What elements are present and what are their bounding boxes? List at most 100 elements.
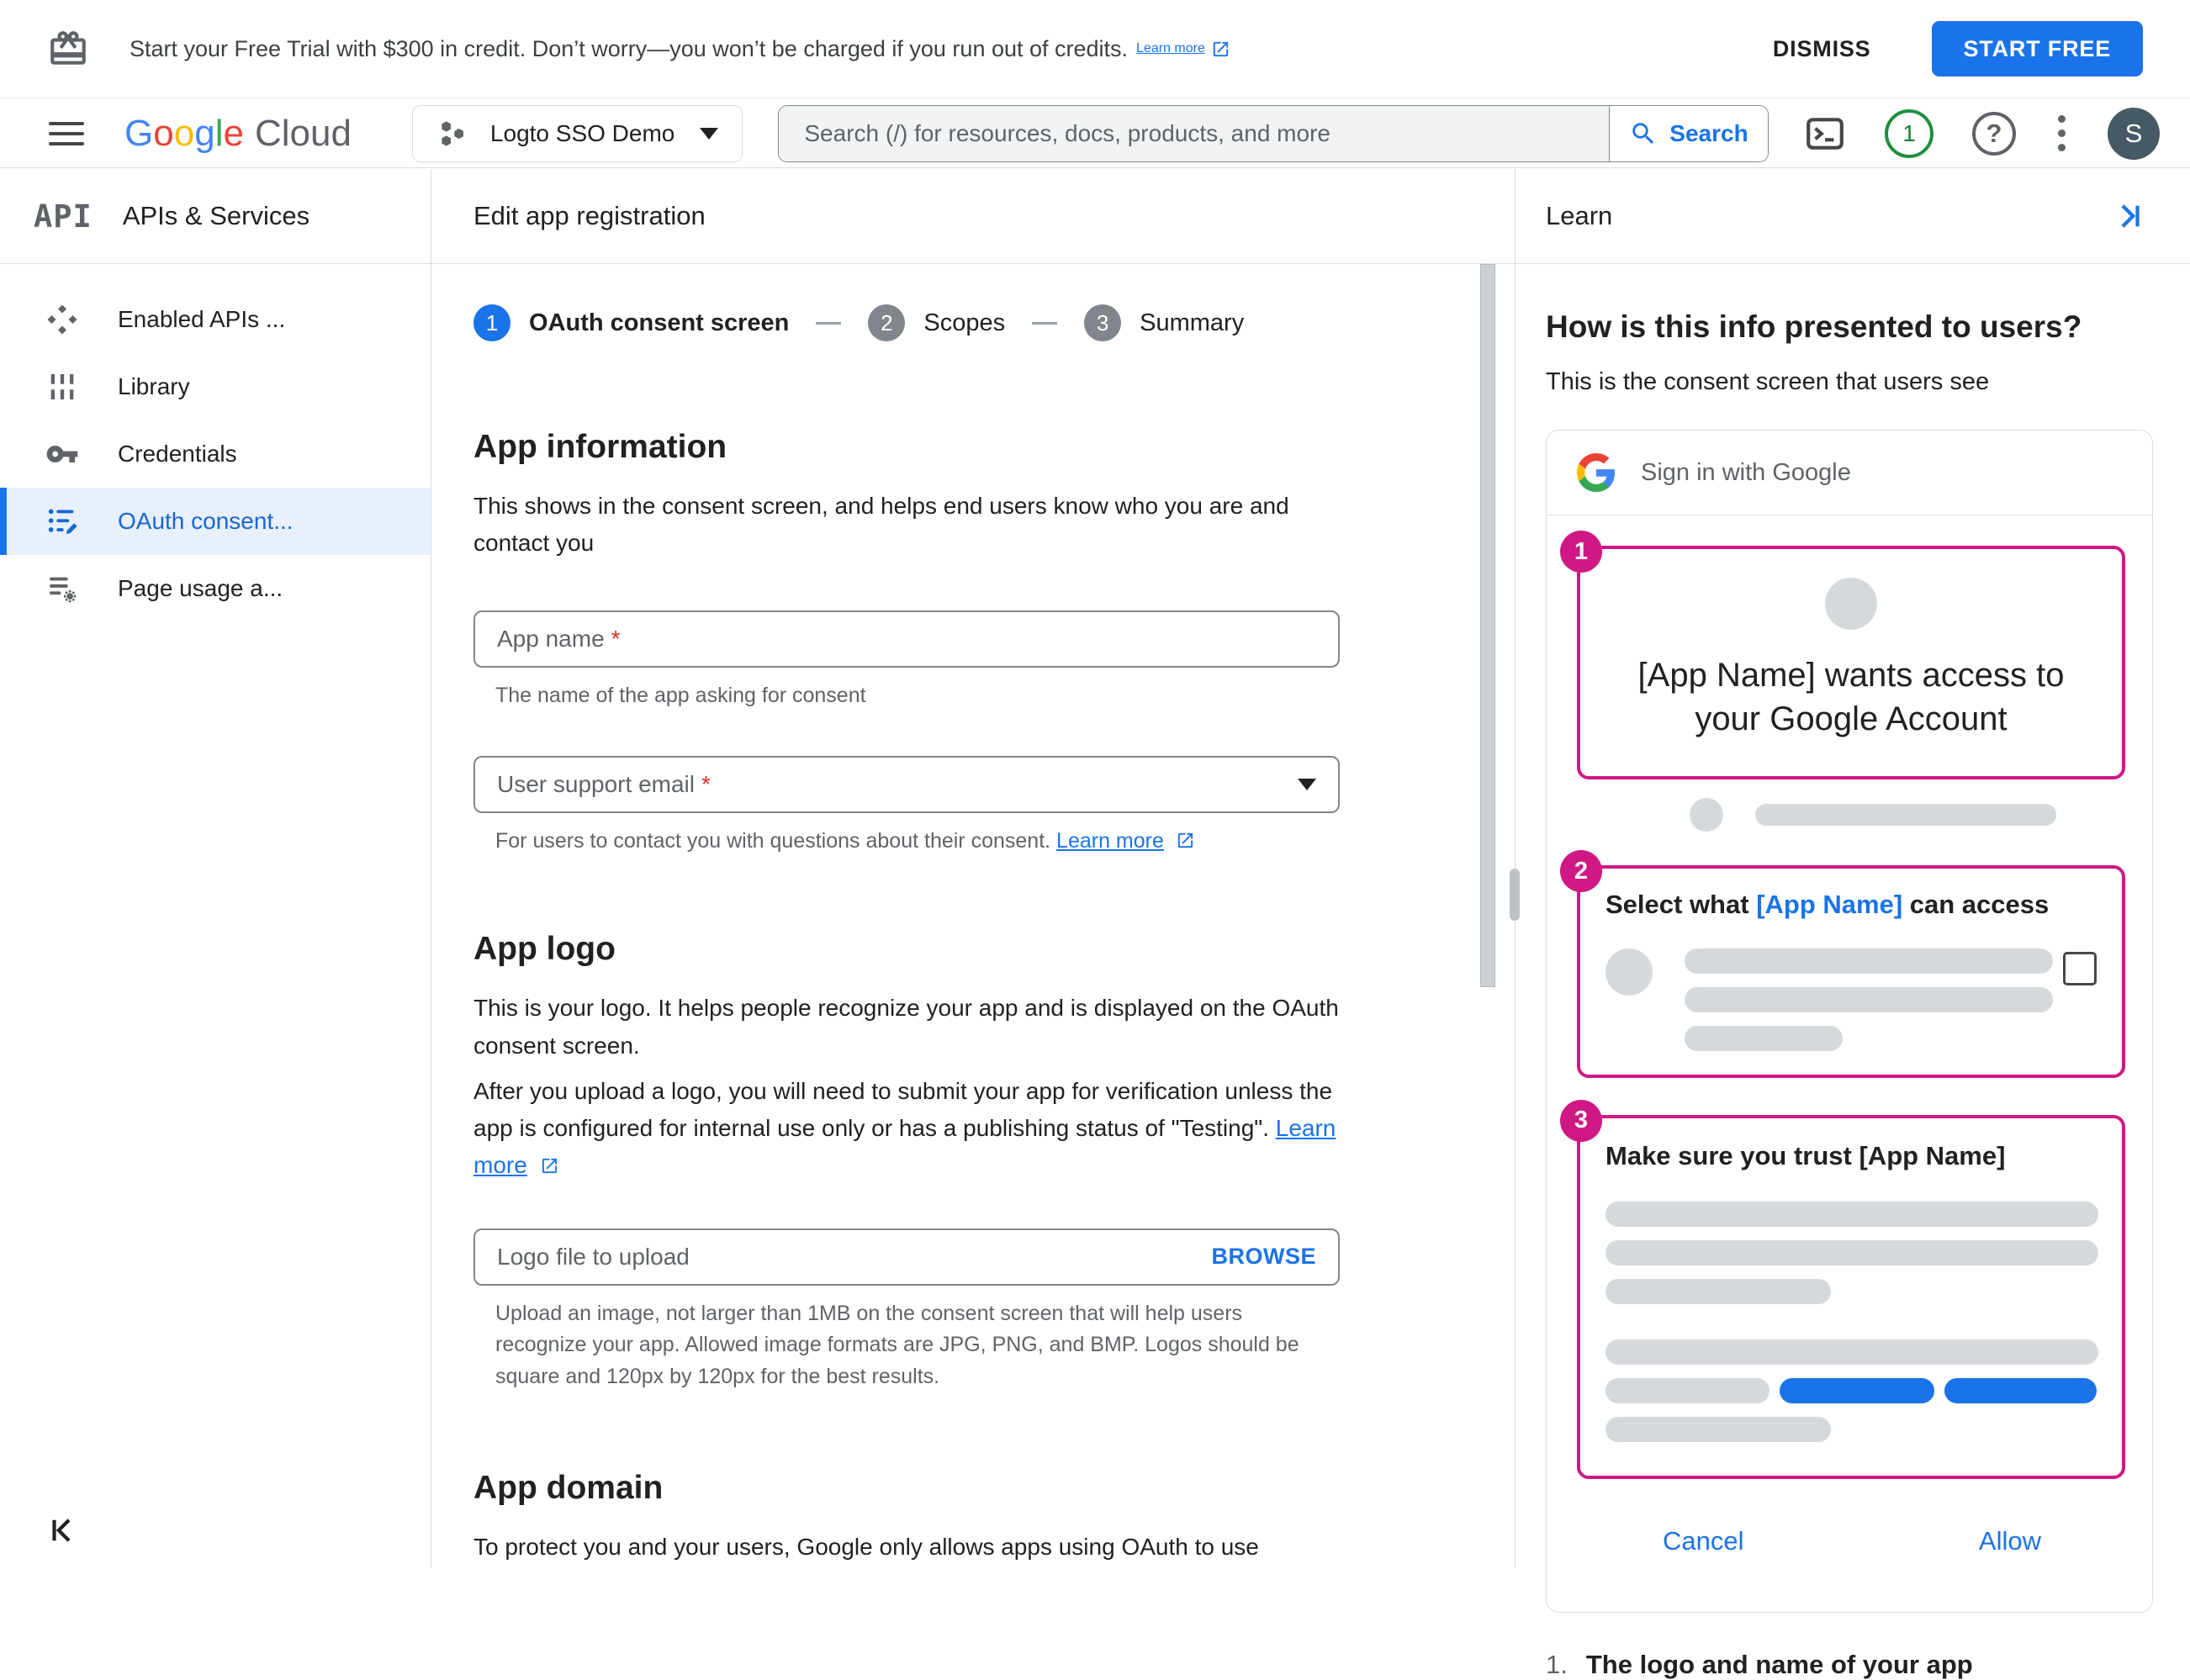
api-product-logo: API xyxy=(34,198,93,235)
logo-letter: G xyxy=(124,112,154,154)
annotation-badge-1: 1 xyxy=(1560,531,1602,573)
cloud-shell-icon[interactable] xyxy=(1804,113,1846,155)
mock-link-pill xyxy=(1780,1377,1934,1403)
account-avatar[interactable]: S xyxy=(2108,107,2160,160)
gift-icon xyxy=(47,28,89,70)
app-logo-description-2: After you upload a logo, you will need t… xyxy=(473,1073,1348,1185)
app-name-placeholder: [App Name] xyxy=(1756,890,1903,919)
stepper-step-summary[interactable]: 3 Summary xyxy=(1084,304,1244,341)
app-domain-description: To protect you and your users, Google on… xyxy=(473,1534,1259,1561)
app-information-heading: App information xyxy=(473,429,727,465)
learn-title: Learn xyxy=(1546,201,1613,230)
title-text: can access xyxy=(1902,890,2050,919)
help-icon[interactable]: ? xyxy=(1972,111,2016,156)
preview-step1-box: 1 [App Name] wants access to your Google… xyxy=(1560,531,2125,779)
consent-screen-preview: Sign in with Google 1 [App Name] wants a… xyxy=(1546,430,2153,1613)
collapse-sidebar-icon[interactable] xyxy=(45,1513,81,1548)
free-trial-banner: Start your Free Trial with $300 in credi… xyxy=(0,0,2190,98)
hamburger-menu-icon[interactable] xyxy=(49,121,84,145)
app-name-field[interactable]: App name * xyxy=(473,610,1340,668)
stepper-step-scopes[interactable]: 2 Scopes xyxy=(868,304,1005,341)
app-logo-heading: App logo xyxy=(473,931,616,968)
preview-step3-box: 3 Make sure you trust [App Name] xyxy=(1560,1099,2125,1479)
step-label: OAuth consent screen xyxy=(529,309,790,336)
step-number: 3 xyxy=(1084,304,1122,341)
banner-text: Start your Free Trial with $300 in credi… xyxy=(130,35,1129,61)
search-button[interactable]: Search xyxy=(1609,105,1768,161)
panel-resize-handle[interactable] xyxy=(1510,869,1520,921)
mock-link-row xyxy=(1605,1377,2097,1403)
placeholder-bar xyxy=(1605,1201,2098,1227)
stepper: 1 OAuth consent screen 2 Scopes 3 Summar… xyxy=(473,304,1515,341)
logo-upload-field[interactable]: Logo file to upload BROWSE xyxy=(473,1228,1340,1286)
browse-button[interactable]: BROWSE xyxy=(1212,1244,1317,1270)
header-icons: 1 ? S xyxy=(1804,107,2160,160)
annotation-badge-3: 3 xyxy=(1560,1099,1602,1142)
mock-checkbox xyxy=(2063,951,2097,985)
mock-app-logo-placeholder xyxy=(1825,578,1877,630)
user-support-email-helper: For users to contact you with questions … xyxy=(495,826,1328,858)
google-cloud-logo[interactable]: Google Cloud xyxy=(124,113,352,155)
preview-step3-title: Make sure you trust [App Name] xyxy=(1605,1140,2006,1170)
footnote-text: The logo and name of your app xyxy=(1585,1649,1973,1679)
mock-trust-bars xyxy=(1605,1201,2098,1442)
app-logo-description-1: This is your logo. It helps people recog… xyxy=(473,995,1339,1059)
step-label: Summary xyxy=(1140,309,1245,336)
helper-text: For users to contact you with questions … xyxy=(495,828,1051,853)
mock-account-row xyxy=(1690,798,2135,832)
learn-panel: Learn How is this info presented to user… xyxy=(1510,169,2190,1679)
placeholder-bar xyxy=(1685,1025,1843,1051)
top-header: Google Cloud Logto SSO Demo Search (/) f… xyxy=(0,99,2190,168)
placeholder-bar xyxy=(1605,1377,1770,1403)
search-input[interactable]: Search (/) for resources, docs, products… xyxy=(779,105,1609,161)
sidebar-item-enabled-apis[interactable]: Enabled APIs ... xyxy=(0,286,431,353)
placeholder-bar xyxy=(1605,1239,2098,1265)
mock-user-avatar xyxy=(1690,798,1723,832)
mock-cancel-button: Cancel xyxy=(1663,1525,1744,1556)
main-body: 1 OAuth consent screen 2 Scopes 3 Summar… xyxy=(431,264,1515,1568)
logo-letter: o xyxy=(153,112,174,154)
sidebar-item-oauth-consent[interactable]: OAuth consent... xyxy=(0,488,431,555)
project-hexagons-icon xyxy=(436,117,470,151)
chevron-down-icon xyxy=(700,127,719,140)
collapse-learn-panel-icon[interactable] xyxy=(2111,198,2146,234)
dismiss-button[interactable]: DISMISS xyxy=(1773,36,1871,62)
select-caret-icon xyxy=(1298,778,1316,790)
google-g-icon xyxy=(1577,453,1616,492)
preview-step2-box: 2 Select what [App Name] can access xyxy=(1560,850,2125,1078)
search-icon xyxy=(1629,119,1658,148)
more-options-icon[interactable] xyxy=(2055,112,2069,155)
banner-learn-more-link[interactable]: Learn more xyxy=(1136,41,1205,56)
stepper-step-oauth-consent[interactable]: 1 OAuth consent screen xyxy=(473,304,789,341)
page-title: Edit app registration xyxy=(431,169,1515,264)
mock-scope-bars xyxy=(1685,948,2053,1051)
placeholder-bar xyxy=(1685,986,2053,1012)
notifications-badge[interactable]: 1 xyxy=(1885,108,1933,158)
mock-link-pill xyxy=(1944,1377,2097,1403)
mock-action-buttons: Cancel Allow xyxy=(1563,1479,2135,1556)
step-number: 2 xyxy=(868,304,906,341)
step-number: 1 xyxy=(473,304,510,341)
sidebar-item-label: Enabled APIs ... xyxy=(118,306,286,332)
content-area: API APIs & Services Enabled APIs ... Lib… xyxy=(0,169,2190,1679)
mock-scope-icon xyxy=(1605,948,1653,996)
learn-body: How is this info presented to users? Thi… xyxy=(1516,264,2190,1680)
oauth-consent-icon xyxy=(45,505,79,538)
library-icon xyxy=(45,370,79,404)
required-asterisk: * xyxy=(701,770,711,797)
start-free-button[interactable]: START FREE xyxy=(1931,21,2143,77)
user-support-email-select[interactable]: User support email * xyxy=(473,755,1340,813)
app-name-helper: The name of the app asking for consent xyxy=(495,684,866,708)
external-link-icon xyxy=(1176,831,1195,850)
annotation-badge-2: 2 xyxy=(1560,850,1602,892)
project-selector[interactable]: Logto SSO Demo xyxy=(411,104,743,162)
email-learn-more-link[interactable]: Learn more xyxy=(1056,829,1164,853)
external-link-icon xyxy=(540,1156,559,1175)
learn-subheading: This is the consent screen that users se… xyxy=(1546,368,1990,395)
sidebar-item-credentials[interactable]: Credentials xyxy=(0,420,431,488)
sidebar-item-page-usage[interactable]: Page usage a... xyxy=(0,555,431,622)
sidebar-item-library[interactable]: Library xyxy=(0,353,431,420)
search-bar: Search (/) for resources, docs, products… xyxy=(778,104,1769,162)
key-icon xyxy=(45,437,79,471)
stepper-separator xyxy=(816,321,842,325)
